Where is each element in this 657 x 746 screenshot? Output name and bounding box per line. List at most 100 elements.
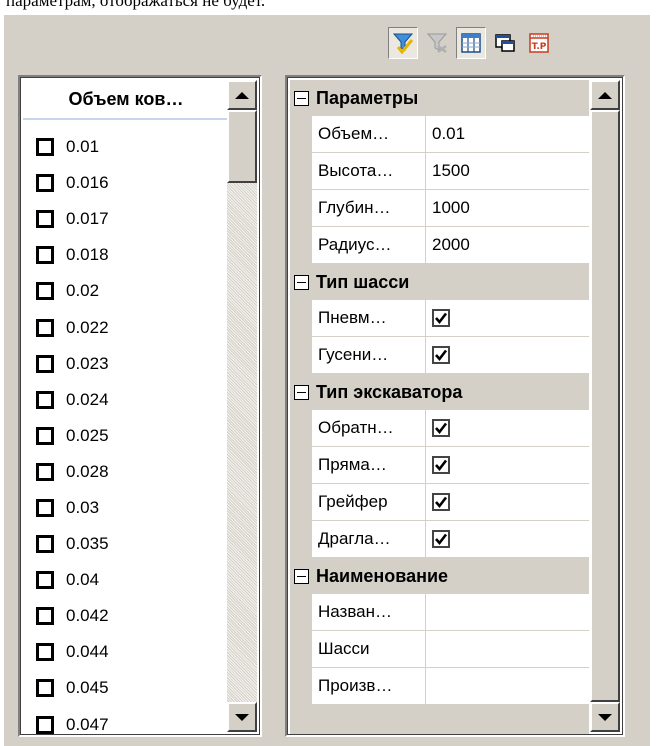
property-row[interactable]: Шасси [290,631,589,668]
property-row[interactable]: Обратн… [290,410,589,447]
property-name[interactable]: Пневм… [312,300,426,337]
property-row[interactable]: Пневм… [290,300,589,337]
property-value[interactable] [426,300,589,337]
collapse-toggle-icon[interactable] [294,384,309,400]
checkbox[interactable] [36,246,54,265]
property-name[interactable]: Глубин… [312,190,426,227]
property-value[interactable] [426,447,589,484]
list-item[interactable]: 0.023 [23,346,229,382]
checkbox[interactable] [36,138,54,157]
scroll-thumb[interactable] [227,110,257,183]
checkbox-checked[interactable] [432,309,450,327]
checkbox[interactable] [36,607,54,626]
property-name[interactable]: Шасси [312,631,426,668]
window-view-button[interactable] [490,27,520,59]
collapse-toggle-icon[interactable] [294,274,309,290]
property-value[interactable] [426,484,589,521]
list-item[interactable]: 0.022 [23,309,229,345]
property-value[interactable]: 1000 [426,190,589,227]
list-item[interactable]: 0.024 [23,382,229,418]
property-row[interactable]: Глубин… 1000 [290,190,589,227]
property-row[interactable]: Объем… 0.01 [290,116,589,153]
list-item[interactable]: 0.028 [23,454,229,490]
list-scrollbar[interactable] [227,80,257,732]
list-header[interactable]: Объем ков… [23,80,229,120]
list-item[interactable]: 0.045 [23,670,229,706]
list-item[interactable]: 0.035 [23,526,229,562]
scroll-down-button[interactable] [227,702,257,732]
category-row[interactable]: Наименование [290,558,589,594]
checkbox[interactable] [36,174,54,193]
property-name[interactable]: Драгла… [312,521,426,558]
checkbox[interactable] [36,535,54,554]
property-row[interactable]: Гусени… [290,337,589,374]
checkbox[interactable] [36,210,54,229]
property-name[interactable]: Грейфер [312,484,426,521]
property-name[interactable]: Произв… [312,668,426,705]
checkbox[interactable] [36,715,54,734]
property-value[interactable] [426,410,589,447]
checkbox[interactable] [36,643,54,662]
property-name[interactable]: Радиус… [312,227,426,264]
property-row[interactable]: Высота… 1500 [290,153,589,190]
list-item[interactable]: 0.017 [23,201,229,237]
filter-button[interactable] [388,27,418,59]
list-item[interactable]: 0.042 [23,598,229,634]
property-value[interactable]: 1500 [426,153,589,190]
list-item[interactable]: 0.02 [23,273,229,309]
property-value[interactable] [426,521,589,558]
property-value[interactable] [426,668,589,705]
checkbox-checked[interactable] [432,456,450,474]
property-value[interactable]: 2000 [426,227,589,264]
checkbox[interactable] [36,390,54,409]
list-item[interactable]: 0.025 [23,418,229,454]
scroll-thumb[interactable] [590,110,620,702]
checkbox[interactable] [36,571,54,590]
list-item[interactable]: 0.047 [23,707,229,736]
filter-clear-button[interactable] [422,27,452,59]
collapse-toggle-icon[interactable] [294,568,309,584]
list-item[interactable]: 0.044 [23,634,229,670]
list-item[interactable]: 0.03 [23,490,229,526]
property-name[interactable]: Обратн… [312,410,426,447]
checkbox[interactable] [36,354,54,373]
checkbox[interactable] [36,318,54,337]
property-name[interactable]: Гусени… [312,337,426,374]
property-value[interactable] [426,594,589,631]
scroll-down-button[interactable] [590,702,620,732]
checkbox[interactable] [36,426,54,445]
property-row[interactable]: Радиус… 2000 [290,227,589,264]
property-value[interactable]: 0.01 [426,116,589,153]
list-item[interactable]: 0.04 [23,562,229,598]
property-value[interactable] [426,337,589,374]
scroll-up-button[interactable] [590,80,620,110]
list-item[interactable]: 0.018 [23,237,229,273]
property-row[interactable]: Назван… [290,594,589,631]
property-row[interactable]: Произв… [290,668,589,705]
category-row[interactable]: Параметры [290,80,589,116]
property-name[interactable]: Назван… [312,594,426,631]
property-name[interactable]: Прямa… [312,447,426,484]
checkbox-checked[interactable] [432,530,450,548]
category-row[interactable]: Тип шасси [290,264,589,300]
grid-scrollbar[interactable] [590,80,620,732]
scroll-up-button[interactable] [227,80,257,110]
property-name[interactable]: Объем… [312,116,426,153]
property-row[interactable]: Прямa… [290,447,589,484]
list-item[interactable]: 0.01 [23,129,229,165]
category-row[interactable]: Тип экскаватора [290,374,589,410]
property-row[interactable]: Драгла… [290,521,589,558]
property-row[interactable]: Грейфер [290,484,589,521]
checkbox[interactable] [36,282,54,301]
property-name[interactable]: Высота… [312,153,426,190]
list-item[interactable]: 0.016 [23,165,229,201]
columns-button[interactable] [456,27,486,59]
checkbox-checked[interactable] [432,346,450,364]
checkbox-checked[interactable] [432,419,450,437]
tp-report-button[interactable]: T.P [524,27,554,59]
checkbox[interactable] [36,679,54,698]
checkbox[interactable] [36,462,54,481]
collapse-toggle-icon[interactable] [294,90,309,106]
checkbox[interactable] [36,498,54,517]
checkbox-checked[interactable] [432,493,450,511]
